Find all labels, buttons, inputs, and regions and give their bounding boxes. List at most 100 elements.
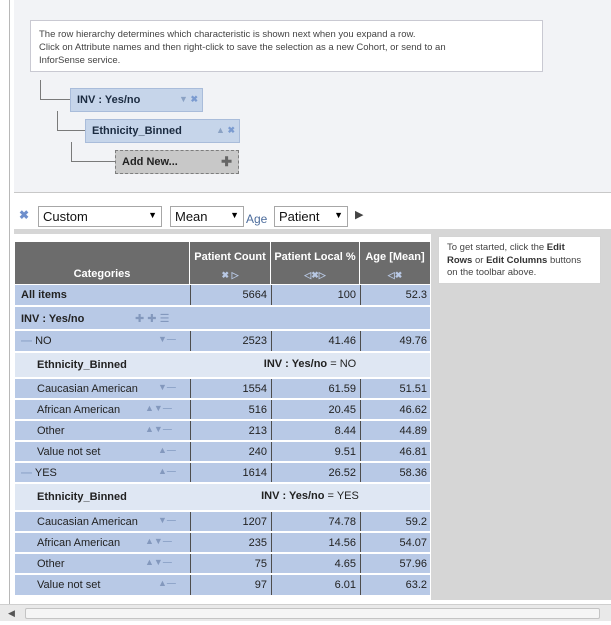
move-down-icon[interactable]: ▼ xyxy=(158,334,167,344)
close-icon[interactable]: ✖ xyxy=(19,208,29,222)
remove-icon[interactable]: — xyxy=(167,515,176,525)
cell-age: 57.96 xyxy=(360,554,430,573)
cell-age: 59.2 xyxy=(360,512,430,531)
move-down-icon[interactable]: ▼ xyxy=(158,382,167,392)
move-up-icon[interactable]: ▲ xyxy=(145,557,154,567)
move-up-icon[interactable]: ▲ xyxy=(158,466,167,476)
chevron-right-icon[interactable]: ▷ xyxy=(319,270,326,280)
cell-age: 51.51 xyxy=(360,379,430,398)
move-down-icon[interactable]: ▼ xyxy=(154,557,163,567)
table-group-inv[interactable]: INV : Yes/no ✚ ✚ ☰ xyxy=(15,307,430,330)
table-row[interactable]: Caucasian American ▼— 1554 61.59 51.51 xyxy=(15,379,430,399)
header-age-mean[interactable]: Age [Mean] ◁✖ xyxy=(360,242,430,284)
hierarchy-node-ethnicity[interactable]: Ethnicity_Binned ▲ ✖ xyxy=(85,119,240,143)
add-sub-icon[interactable]: ✚ xyxy=(147,313,156,325)
table-row-yes[interactable]: — YES ▲— 1614 26.52 58.36 xyxy=(15,463,430,483)
table-row[interactable]: Caucasian American ▼— 1207 74.78 59.2 xyxy=(15,512,430,532)
move-down-icon[interactable]: ▼ xyxy=(154,536,163,546)
hint-text: To get started, click the xyxy=(447,242,547,253)
table-subheader[interactable]: Ethnicity_Binned INV : Yes/no = YES xyxy=(15,484,430,511)
table-row-all-items[interactable]: All items 5664 100 52.3 xyxy=(15,285,430,306)
move-up-icon[interactable]: ▲ xyxy=(145,536,154,546)
remove-icon[interactable]: ✖ xyxy=(227,125,235,135)
remove-icon[interactable]: — xyxy=(163,536,172,546)
horizontal-scrollbar[interactable]: ◀ xyxy=(0,604,611,621)
cell-count: 1614 xyxy=(190,463,271,482)
move-down-icon[interactable]: ▼ xyxy=(154,403,163,413)
hint-text: or xyxy=(472,254,487,266)
filter-attr: INV : Yes/no xyxy=(261,490,325,502)
collapse-all-icon[interactable]: ☰ xyxy=(160,313,170,325)
filter-value: = YES xyxy=(324,490,359,502)
scroll-left-icon[interactable]: ◀ xyxy=(8,608,15,619)
remove-icon[interactable]: — xyxy=(167,382,176,392)
table-row[interactable]: Other ▲▼— 75 4.65 57.96 xyxy=(15,554,430,574)
info-line-1: The row hierarchy determines which chara… xyxy=(39,29,416,40)
entity-select-value: Patient xyxy=(279,209,320,224)
remove-icon[interactable]: ✖ xyxy=(395,270,403,280)
table-row[interactable]: Value not set ▲— 240 9.51 46.81 xyxy=(15,442,430,462)
table-row[interactable]: African American ▲▼— 235 14.56 54.07 xyxy=(15,533,430,553)
hierarchy-node-inv[interactable]: INV : Yes/no ▼ ✖ xyxy=(70,88,203,112)
remove-icon[interactable]: — xyxy=(167,445,176,455)
scrollbar-thumb[interactable] xyxy=(25,608,600,619)
move-down-icon[interactable]: ▼ xyxy=(158,515,167,525)
chevron-down-icon: ▼ xyxy=(230,210,239,220)
add-new-label: Add New... xyxy=(122,156,178,168)
group-label: INV : Yes/no xyxy=(21,313,85,325)
header-patient-local-pct[interactable]: Patient Local % ◁✖▷ xyxy=(271,242,359,284)
add-icon[interactable]: ✚ xyxy=(135,313,144,325)
play-icon[interactable]: ▶ xyxy=(355,208,363,221)
move-up-icon[interactable]: ▲ xyxy=(216,125,225,135)
chevron-down-icon: ▼ xyxy=(148,210,157,220)
header-patient-count[interactable]: Patient Count ✖ ▷ xyxy=(190,242,270,284)
move-down-icon[interactable]: ▼ xyxy=(154,424,163,434)
collapse-icon[interactable]: — xyxy=(21,467,32,479)
add-new-button[interactable]: Add New... ✚ xyxy=(115,150,239,174)
header-label: Patient Local % xyxy=(274,251,356,263)
move-up-icon[interactable]: ▲ xyxy=(145,403,154,413)
remove-icon[interactable]: — xyxy=(167,334,176,344)
collapse-icon[interactable]: — xyxy=(21,335,32,347)
table-subheader[interactable]: Ethnicity_Binned INV : Yes/no = NO xyxy=(15,353,430,378)
remove-icon[interactable]: ✖ xyxy=(190,94,198,104)
cell-count: 1554 xyxy=(190,379,271,398)
cell-pct: 26.52 xyxy=(271,463,360,482)
tree-connector xyxy=(57,111,58,131)
age-label: Age xyxy=(246,212,268,226)
cell-count: 1207 xyxy=(190,512,271,531)
move-down-icon[interactable]: ▼ xyxy=(179,94,188,104)
row-label: All items xyxy=(21,289,67,301)
chevron-down-icon: ▼ xyxy=(334,210,343,220)
table-row[interactable]: Other ▲▼— 213 8.44 44.89 xyxy=(15,421,430,441)
cell-count: 516 xyxy=(190,400,271,419)
chevron-left-icon[interactable]: ◁ xyxy=(388,270,395,280)
move-up-icon[interactable]: ▲ xyxy=(145,424,154,434)
cell-age: 52.3 xyxy=(360,285,430,305)
move-up-icon[interactable]: ▲ xyxy=(158,445,167,455)
table-row-no[interactable]: — NO ▼— 2523 41.46 49.76 xyxy=(15,331,430,352)
move-up-icon[interactable]: ▲ xyxy=(158,578,167,588)
remove-icon[interactable]: ✖ xyxy=(222,270,230,280)
tree-connector xyxy=(71,161,115,162)
table-row[interactable]: African American ▲▼— 516 20.45 46.62 xyxy=(15,400,430,420)
entity-select[interactable]: Patient ▼ xyxy=(274,206,348,227)
chevron-right-icon[interactable]: ▷ xyxy=(232,270,239,280)
cell-age: 63.2 xyxy=(360,575,430,595)
cell-pct: 6.01 xyxy=(271,575,360,595)
row-hierarchy-panel: The row hierarchy determines which chara… xyxy=(14,0,611,193)
cell-pct: 20.45 xyxy=(271,400,360,419)
remove-icon[interactable]: ✖ xyxy=(311,270,319,280)
remove-icon[interactable]: — xyxy=(163,557,172,567)
row-label: NO xyxy=(35,335,52,347)
remove-icon[interactable]: — xyxy=(167,466,176,476)
filter-value: = NO xyxy=(327,358,357,370)
hierarchy-node-label: INV : Yes/no xyxy=(77,94,141,106)
remove-icon[interactable]: — xyxy=(167,578,176,588)
statistic-select[interactable]: Mean ▼ xyxy=(170,206,244,227)
aggregation-select[interactable]: Custom ▼ xyxy=(38,206,162,227)
table-row[interactable]: Value not set ▲— 97 6.01 63.2 xyxy=(15,575,430,596)
tree-connector xyxy=(40,80,41,100)
remove-icon[interactable]: — xyxy=(163,403,172,413)
remove-icon[interactable]: — xyxy=(163,424,172,434)
